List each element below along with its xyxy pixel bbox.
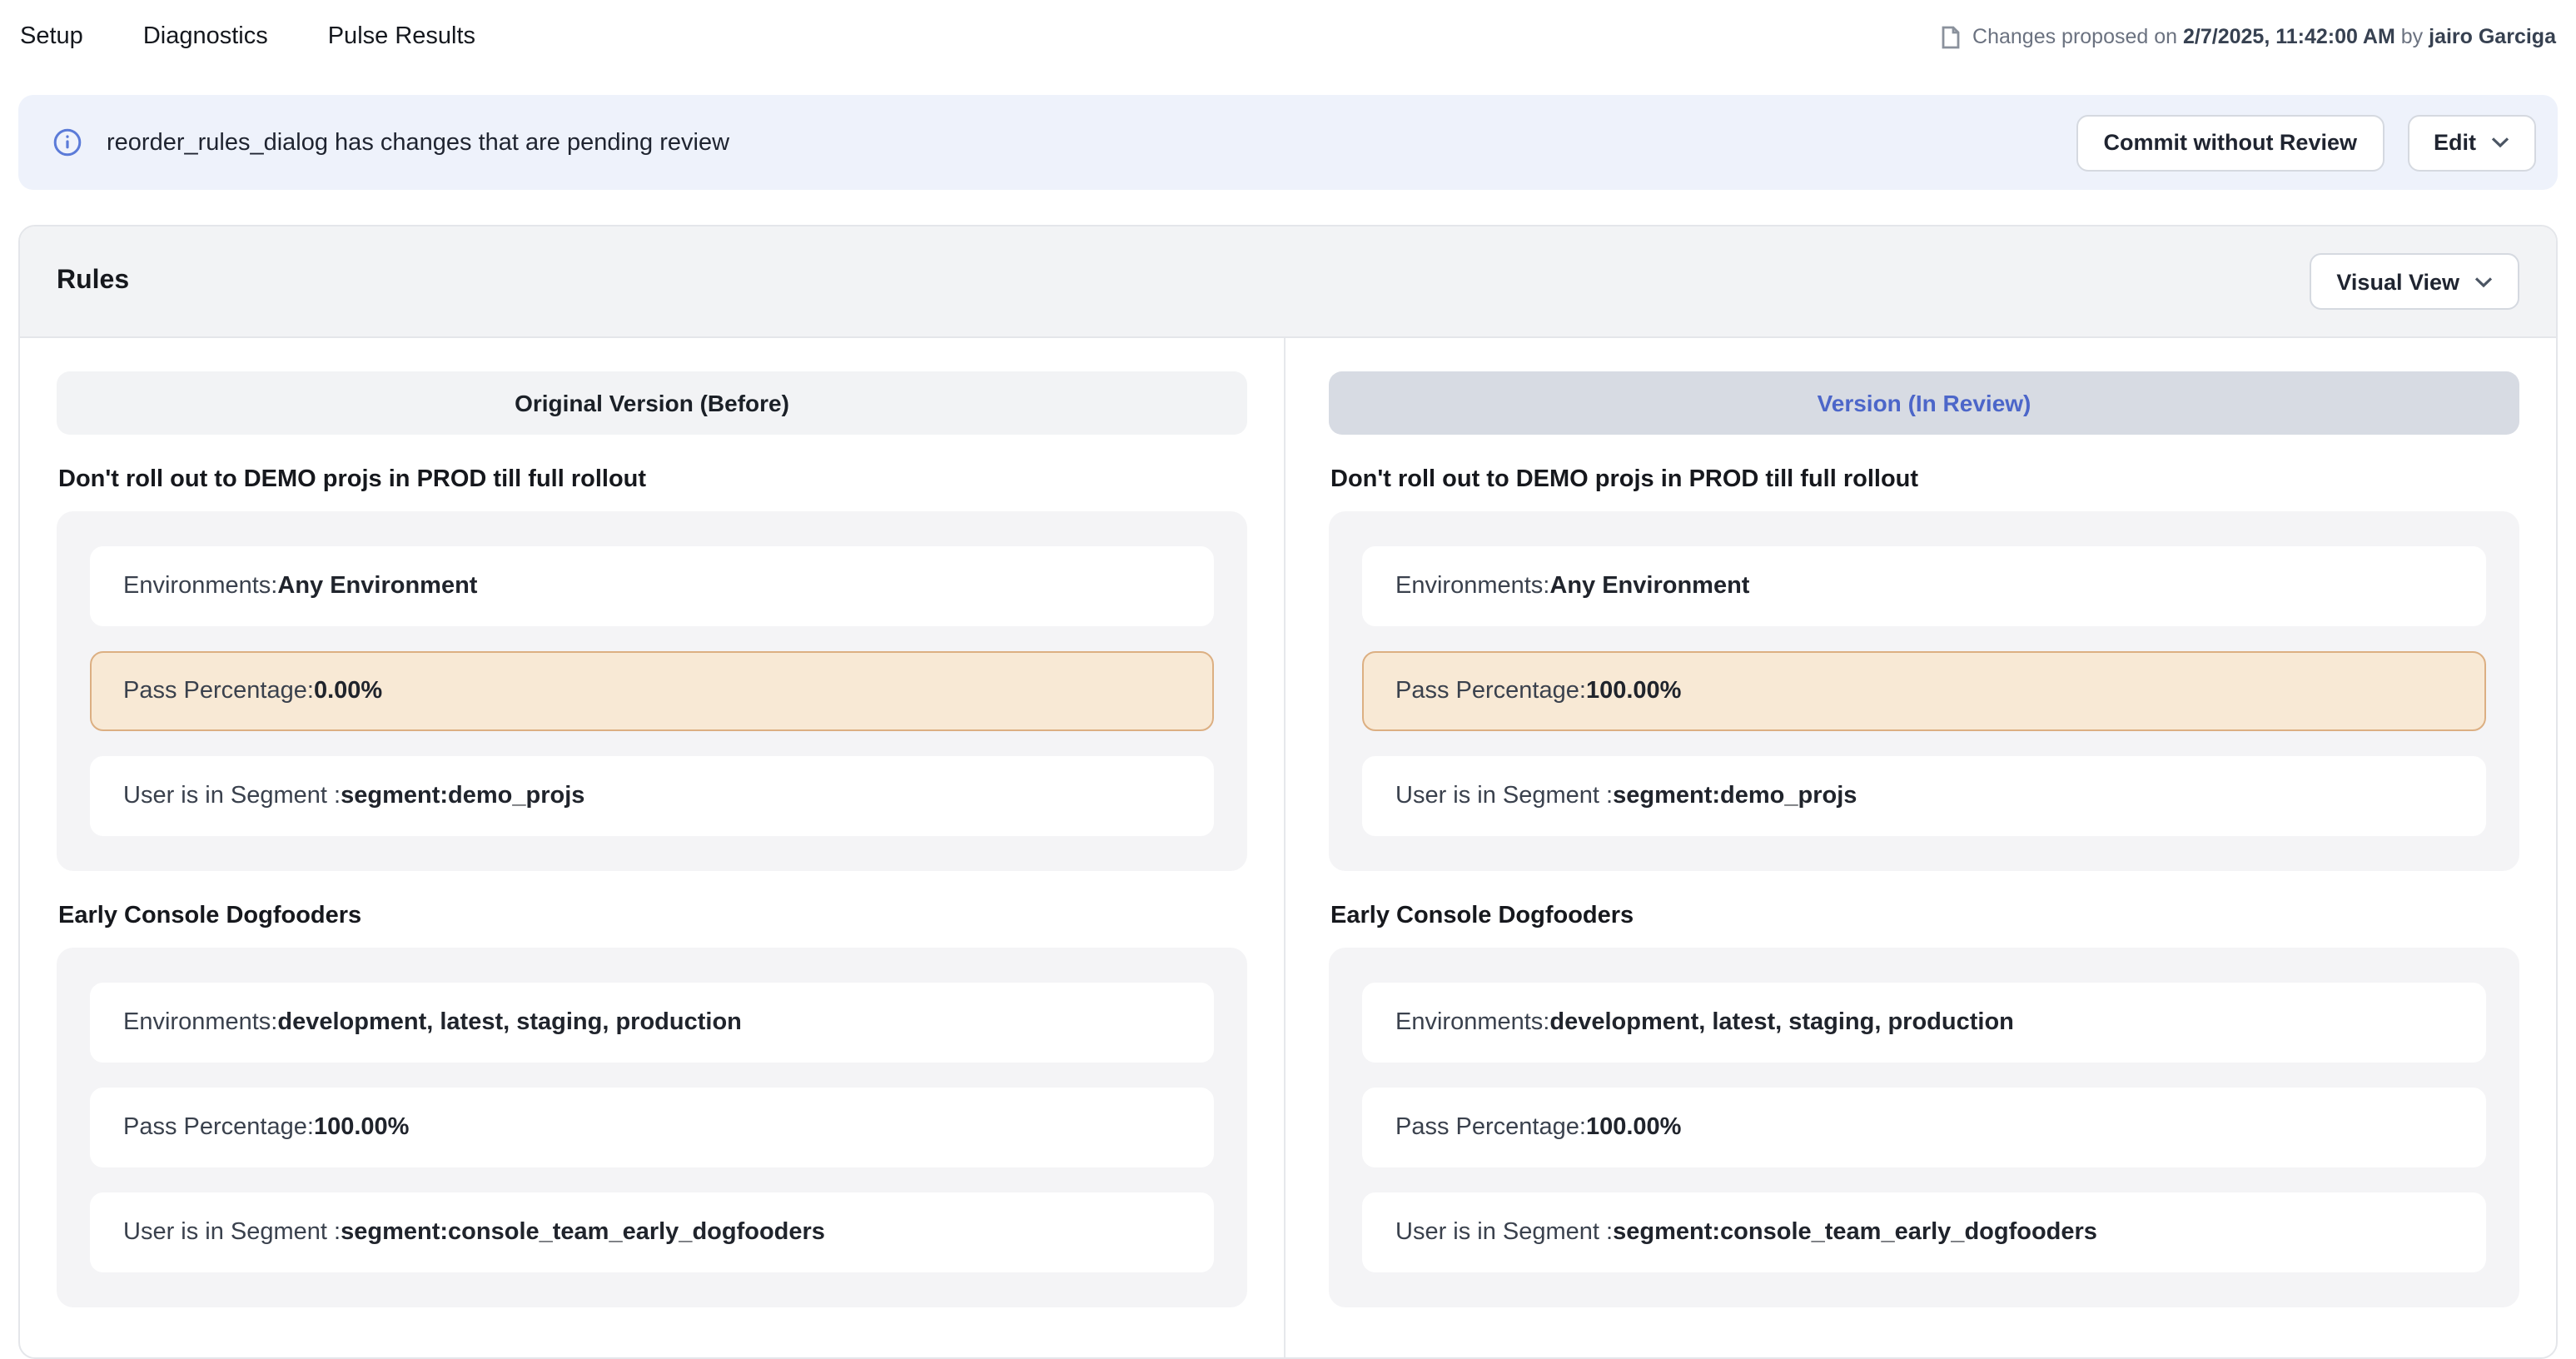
condition-label: Pass Percentage: [123, 678, 314, 704]
condition-label: User is in Segment : [123, 783, 341, 809]
rules-panel: Rules Visual View Original Version (Befo… [18, 225, 2558, 1359]
condition-row: Environments: Any Environment [1362, 546, 2486, 626]
condition-row: Environments: development, latest, stagi… [1362, 983, 2486, 1063]
visual-view-selector[interactable]: Visual View [2310, 253, 2519, 310]
page: Setup Diagnostics Pulse Results Changes … [0, 0, 2576, 1291]
condition-row: User is in Segment : segment:demo_projs [1362, 756, 2486, 836]
rule-conditions-card: Environments: Any Environment Pass Perce… [57, 511, 1247, 871]
review-version-header: Version (In Review) [1329, 371, 2519, 435]
condition-value: 0.00% [314, 678, 382, 704]
condition-label: Environments: [1395, 573, 1549, 600]
changes-proposed-note: Changes proposed on 2/7/2025, 11:42:00 A… [1939, 24, 2556, 49]
rule-title: Don't roll out to DEMO projs in PROD til… [58, 466, 1247, 493]
rules-panel-header: Rules Visual View [20, 226, 2556, 338]
nav-tabs: Setup Diagnostics Pulse Results [20, 23, 475, 50]
tab-setup[interactable]: Setup [20, 23, 83, 50]
proposed-date: 2/7/2025, 11:42:00 AM [2183, 25, 2395, 48]
condition-label: User is in Segment : [123, 1219, 341, 1246]
proposal-document-icon [1939, 24, 1961, 49]
panel-title: Rules [57, 266, 129, 296]
tab-diagnostics[interactable]: Diagnostics [143, 23, 268, 50]
condition-label: Pass Percentage: [1395, 678, 1586, 704]
proposed-author: jairo Garciga [2429, 25, 2556, 48]
condition-value: 100.00% [314, 1114, 410, 1141]
condition-label: Pass Percentage: [1395, 1114, 1586, 1141]
pending-review-banner: reorder_rules_dialog has changes that ar… [18, 95, 2558, 190]
before-column: Original Version (Before) Don't roll out… [20, 338, 1286, 1357]
condition-value: 100.00% [1586, 1114, 1682, 1141]
rule-conditions-card: Environments: development, latest, stagi… [57, 948, 1247, 1307]
chevron-down-icon [2491, 137, 2509, 148]
rules-comparison: Original Version (Before) Don't roll out… [20, 338, 2556, 1357]
condition-label: User is in Segment : [1395, 783, 1613, 809]
rule-group: Early Console Dogfooders Environments: d… [57, 903, 1247, 1307]
condition-label: User is in Segment : [1395, 1219, 1613, 1246]
condition-row: Environments: Any Environment [90, 546, 1214, 626]
condition-value: segment:demo_projs [1613, 783, 1857, 809]
condition-row: User is in Segment : segment:demo_projs [90, 756, 1214, 836]
commit-without-review-button[interactable]: Commit without Review [2076, 114, 2384, 171]
edit-button[interactable]: Edit [2407, 114, 2536, 171]
before-version-header: Original Version (Before) [57, 371, 1247, 435]
rule-title: Early Console Dogfooders [58, 903, 1247, 929]
condition-row: Pass Percentage: 100.00% [1362, 1088, 2486, 1167]
condition-value: development, latest, staging, production [277, 1009, 742, 1036]
flag-name: reorder_rules_dialog [107, 129, 328, 156]
rule-title: Early Console Dogfooders [1330, 903, 2519, 929]
condition-value: development, latest, staging, production [1549, 1009, 2014, 1036]
review-column: Version (In Review) Don't roll out to DE… [1286, 338, 2556, 1357]
condition-value: Any Environment [277, 573, 477, 600]
condition-label: Environments: [123, 1009, 277, 1036]
condition-row: User is in Segment : segment:console_tea… [90, 1192, 1214, 1272]
condition-label: Environments: [123, 573, 277, 600]
changes-proposed-text: Changes proposed on 2/7/2025, 11:42:00 A… [1972, 25, 2556, 48]
condition-label: Pass Percentage: [123, 1114, 314, 1141]
condition-value: segment:demo_projs [341, 783, 584, 809]
rule-group: Don't roll out to DEMO projs in PROD til… [1329, 466, 2519, 871]
condition-value: segment:console_team_early_dogfooders [341, 1219, 825, 1246]
condition-label: Environments: [1395, 1009, 1549, 1036]
top-nav: Setup Diagnostics Pulse Results Changes … [0, 0, 2576, 73]
condition-row: Pass Percentage: 100.00% [90, 1088, 1214, 1167]
info-icon [53, 128, 82, 157]
rule-group: Early Console Dogfooders Environments: d… [1329, 903, 2519, 1307]
rule-conditions-card: Environments: Any Environment Pass Perce… [1329, 511, 2519, 871]
chevron-down-icon [2474, 276, 2493, 287]
condition-row: User is in Segment : segment:console_tea… [1362, 1192, 2486, 1272]
condition-value: Any Environment [1549, 573, 1749, 600]
tab-pulse-results[interactable]: Pulse Results [328, 23, 475, 50]
banner-message-area: reorder_rules_dialog has changes that ar… [53, 128, 2076, 157]
condition-row: Pass Percentage: 100.00% [1362, 651, 2486, 731]
condition-value: 100.00% [1586, 678, 1682, 704]
rule-title: Don't roll out to DEMO projs in PROD til… [1330, 466, 2519, 493]
condition-value: segment:console_team_early_dogfooders [1613, 1219, 2097, 1246]
rule-conditions-card: Environments: development, latest, stagi… [1329, 948, 2519, 1307]
condition-row: Environments: development, latest, stagi… [90, 983, 1214, 1063]
rule-group: Don't roll out to DEMO projs in PROD til… [57, 466, 1247, 871]
condition-row: Pass Percentage: 0.00% [90, 651, 1214, 731]
banner-message: reorder_rules_dialog has changes that ar… [107, 129, 729, 156]
